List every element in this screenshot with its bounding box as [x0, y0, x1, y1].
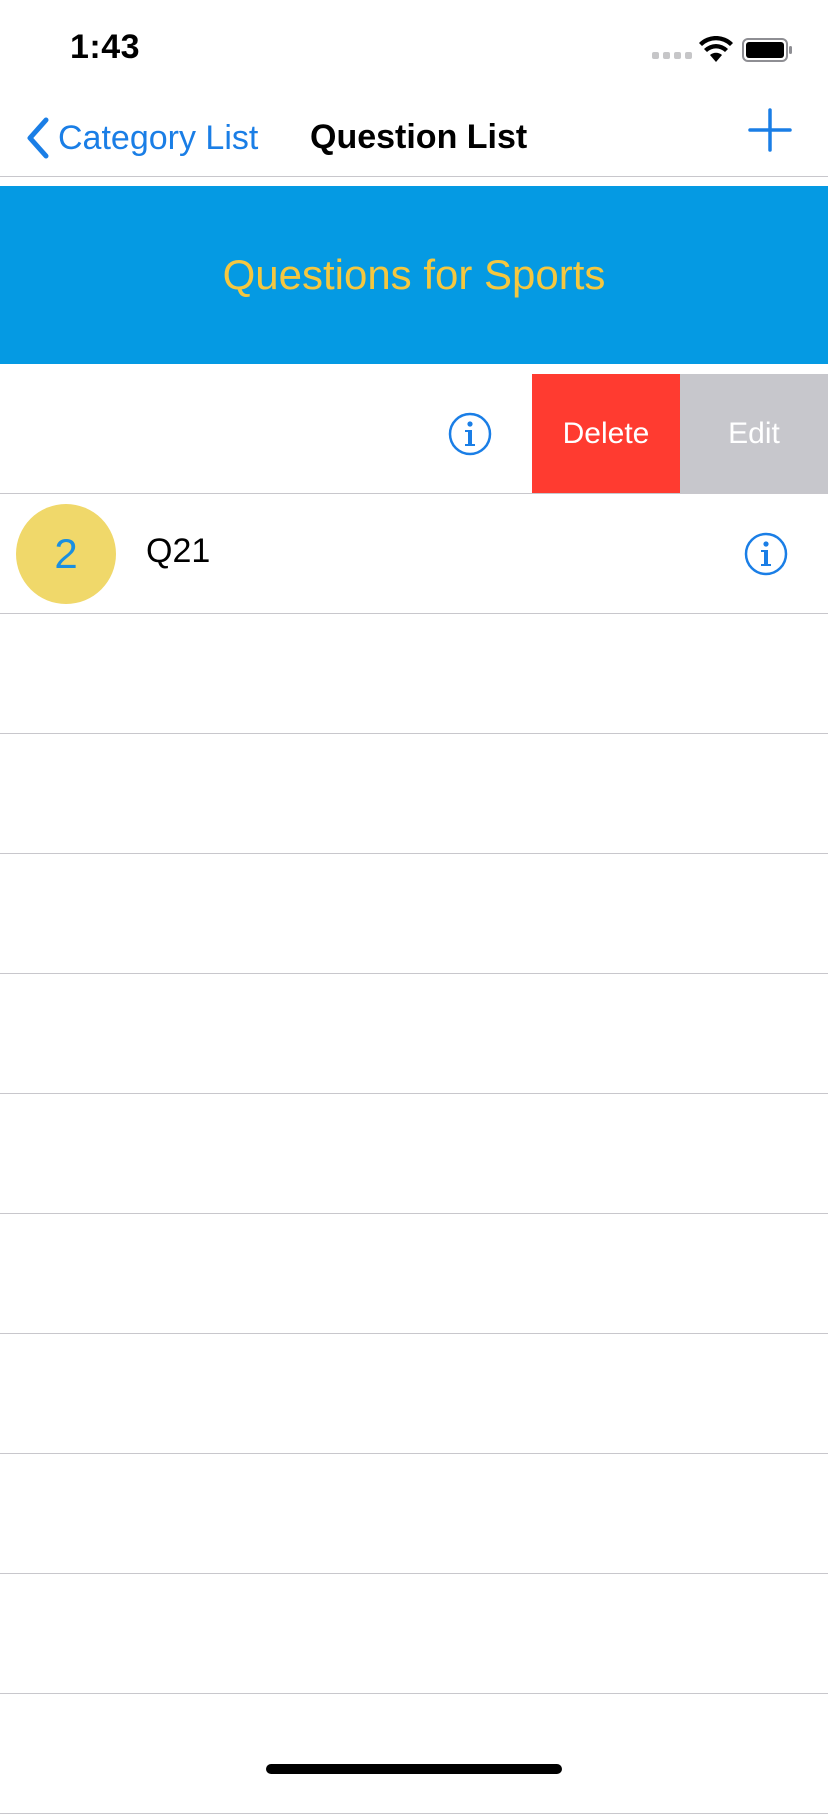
empty-row	[0, 1694, 828, 1814]
wifi-icon	[699, 36, 733, 62]
back-button-label: Category List	[58, 118, 259, 157]
home-indicator[interactable]	[266, 1764, 562, 1774]
empty-row	[0, 974, 828, 1094]
info-icon[interactable]	[744, 532, 788, 576]
status-bar: 1:43	[0, 0, 828, 100]
page-title: Question List	[310, 118, 528, 156]
navigation-bar: Category List Question List	[0, 100, 828, 177]
battery-icon	[742, 38, 792, 62]
add-icon[interactable]	[746, 106, 794, 154]
status-time: 1:43	[70, 28, 141, 66]
edit-button[interactable]: Edit	[680, 374, 828, 493]
question-label: Q21	[146, 532, 211, 570]
chevron-left-icon	[27, 117, 49, 159]
empty-row	[0, 1094, 828, 1214]
question-list: Delete Edit 2 Q21	[0, 374, 828, 1814]
list-item[interactable]: 2 Q21	[0, 494, 828, 614]
section-header-banner: Questions for Sports	[0, 186, 828, 364]
swipe-actions: Delete Edit	[532, 374, 828, 493]
list-item-swiped[interactable]: Delete Edit	[0, 374, 828, 494]
info-icon[interactable]	[448, 412, 492, 456]
cellular-signal-icon	[652, 52, 692, 59]
back-button[interactable]: Category List	[24, 108, 258, 168]
empty-row	[0, 1454, 828, 1574]
empty-row	[0, 854, 828, 974]
empty-row	[0, 734, 828, 854]
question-count-badge: 2	[16, 504, 116, 604]
empty-row	[0, 1334, 828, 1454]
banner-title: Questions for Sports	[222, 251, 606, 298]
empty-row	[0, 614, 828, 734]
delete-button[interactable]: Delete	[532, 374, 680, 493]
empty-row	[0, 1214, 828, 1334]
empty-row	[0, 1574, 828, 1694]
